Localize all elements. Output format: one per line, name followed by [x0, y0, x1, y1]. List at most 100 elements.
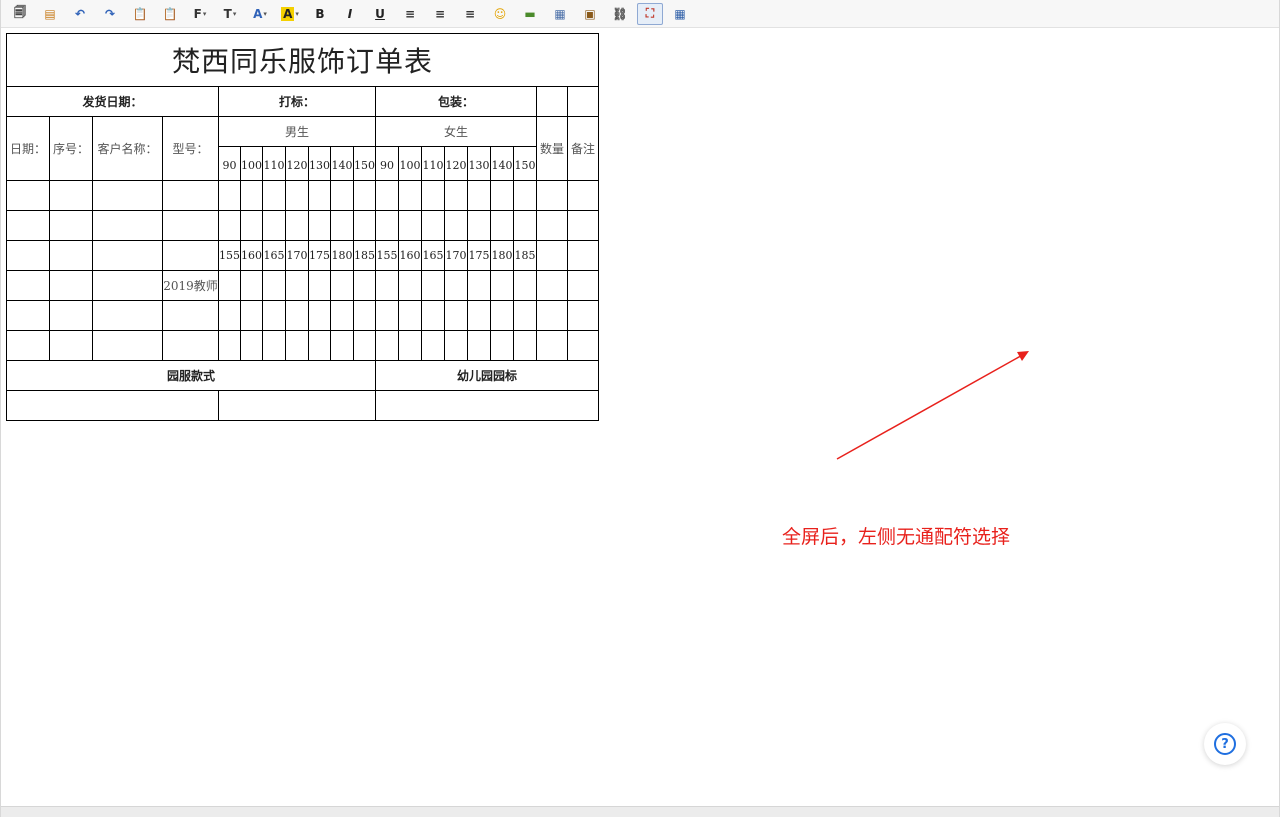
- female-size-cell[interactable]: 165: [421, 240, 445, 271]
- male-size-cell[interactable]: 130: [308, 146, 331, 181]
- table-cell[interactable]: [567, 240, 599, 271]
- male-size-cell[interactable]: 110: [262, 146, 286, 181]
- italic-button[interactable]: I: [337, 3, 363, 25]
- seq-header[interactable]: 序号：: [49, 116, 93, 181]
- table-cell[interactable]: [490, 330, 514, 361]
- female-size-cell[interactable]: 100: [398, 146, 422, 181]
- table-cell[interactable]: [467, 300, 491, 331]
- table-cell[interactable]: [353, 330, 376, 361]
- marking-label[interactable]: 打标：: [218, 86, 376, 117]
- model-note-cell[interactable]: 2019教师: [162, 270, 219, 301]
- table-cell[interactable]: [285, 210, 309, 241]
- table-cell[interactable]: [162, 300, 219, 331]
- table-cell[interactable]: [567, 330, 599, 361]
- table-cell[interactable]: [262, 330, 286, 361]
- table-cell[interactable]: [240, 210, 263, 241]
- table-cell[interactable]: [240, 180, 263, 211]
- table-cell[interactable]: [375, 330, 399, 361]
- table-cell[interactable]: [308, 180, 331, 211]
- table-cell[interactable]: [162, 330, 219, 361]
- highlight-color-button[interactable]: A ▾: [277, 3, 303, 25]
- table-cell[interactable]: [444, 300, 468, 331]
- male-size-cell[interactable]: 185: [353, 240, 376, 271]
- male-size-cell[interactable]: 120: [285, 146, 309, 181]
- table-cell[interactable]: [92, 210, 163, 241]
- date-header[interactable]: 日期：: [6, 116, 50, 181]
- male-size-cell[interactable]: 170: [285, 240, 309, 271]
- female-size-cell[interactable]: 150: [513, 146, 537, 181]
- female-size-cell[interactable]: 90: [375, 146, 399, 181]
- emoticon-button[interactable]: ☺: [487, 3, 513, 25]
- table-cell[interactable]: [421, 180, 445, 211]
- table-cell[interactable]: [421, 330, 445, 361]
- table-cell[interactable]: [218, 330, 241, 361]
- insert-table-button[interactable]: ▦: [547, 3, 573, 25]
- table-title[interactable]: 梵西同乐服饰订单表: [6, 33, 599, 87]
- table-cell[interactable]: [330, 180, 354, 211]
- table-cell[interactable]: [567, 210, 599, 241]
- male-header[interactable]: 男生: [218, 116, 376, 147]
- uniform-style-label[interactable]: 园服款式: [6, 360, 376, 391]
- male-size-cell[interactable]: 180: [330, 240, 354, 271]
- female-size-cell[interactable]: 185: [513, 240, 537, 271]
- table-cell[interactable]: [398, 300, 422, 331]
- table-cell[interactable]: [92, 330, 163, 361]
- font-family-button[interactable]: F ▾: [187, 3, 213, 25]
- table-cell[interactable]: [240, 270, 263, 301]
- table-cell[interactable]: [353, 210, 376, 241]
- align-left-button[interactable]: ≡: [397, 3, 423, 25]
- paste-text-button[interactable]: 📋: [157, 3, 183, 25]
- table-cell[interactable]: [92, 240, 163, 271]
- table-cell[interactable]: [490, 300, 514, 331]
- table-cell[interactable]: [398, 210, 422, 241]
- female-size-cell[interactable]: 160: [398, 240, 422, 271]
- table-cell[interactable]: [330, 300, 354, 331]
- female-size-cell[interactable]: 120: [444, 146, 468, 181]
- table-cell[interactable]: [353, 270, 376, 301]
- table-cell[interactable]: [467, 210, 491, 241]
- female-size-cell[interactable]: 180: [490, 240, 514, 271]
- remark-header[interactable]: 备注: [567, 116, 599, 181]
- table-cell[interactable]: [421, 300, 445, 331]
- male-size-cell[interactable]: 175: [308, 240, 331, 271]
- male-size-cell[interactable]: 155: [218, 240, 241, 271]
- table-cell[interactable]: [218, 390, 376, 421]
- table-cell[interactable]: [444, 270, 468, 301]
- table-cell[interactable]: [6, 330, 50, 361]
- table-cell[interactable]: [162, 180, 219, 211]
- table-cell[interactable]: [375, 210, 399, 241]
- bold-button[interactable]: B: [307, 3, 333, 25]
- table-cell[interactable]: [308, 210, 331, 241]
- table-cell[interactable]: [262, 180, 286, 211]
- table-cell[interactable]: [6, 210, 50, 241]
- table-cell[interactable]: [444, 180, 468, 211]
- table-cell[interactable]: [6, 300, 50, 331]
- table-cell[interactable]: [375, 180, 399, 211]
- table-cell[interactable]: [6, 270, 50, 301]
- table-cell[interactable]: [375, 300, 399, 331]
- kindergarten-logo-label[interactable]: 幼儿园园标: [375, 360, 599, 391]
- male-size-cell[interactable]: 165: [262, 240, 286, 271]
- female-size-cell[interactable]: 170: [444, 240, 468, 271]
- table-cell[interactable]: [567, 180, 599, 211]
- table-cell[interactable]: [218, 180, 241, 211]
- table-cell[interactable]: [536, 240, 568, 271]
- table-cell[interactable]: [536, 330, 568, 361]
- table-cell[interactable]: [398, 180, 422, 211]
- table-cell[interactable]: [536, 300, 568, 331]
- table-cell[interactable]: [49, 300, 93, 331]
- table-cell[interactable]: [308, 300, 331, 331]
- table-cell[interactable]: [92, 300, 163, 331]
- table-cell[interactable]: [513, 300, 537, 331]
- table-cell[interactable]: [49, 240, 93, 271]
- table-cell[interactable]: [490, 270, 514, 301]
- female-size-cell[interactable]: 140: [490, 146, 514, 181]
- female-header[interactable]: 女生: [375, 116, 537, 147]
- redo-button[interactable]: ↷: [97, 3, 123, 25]
- table-cell[interactable]: [375, 390, 599, 421]
- male-size-cell[interactable]: 150: [353, 146, 376, 181]
- table-cell[interactable]: [262, 210, 286, 241]
- undo-button[interactable]: ↶: [67, 3, 93, 25]
- table-cell[interactable]: [513, 330, 537, 361]
- underline-button[interactable]: U: [367, 3, 393, 25]
